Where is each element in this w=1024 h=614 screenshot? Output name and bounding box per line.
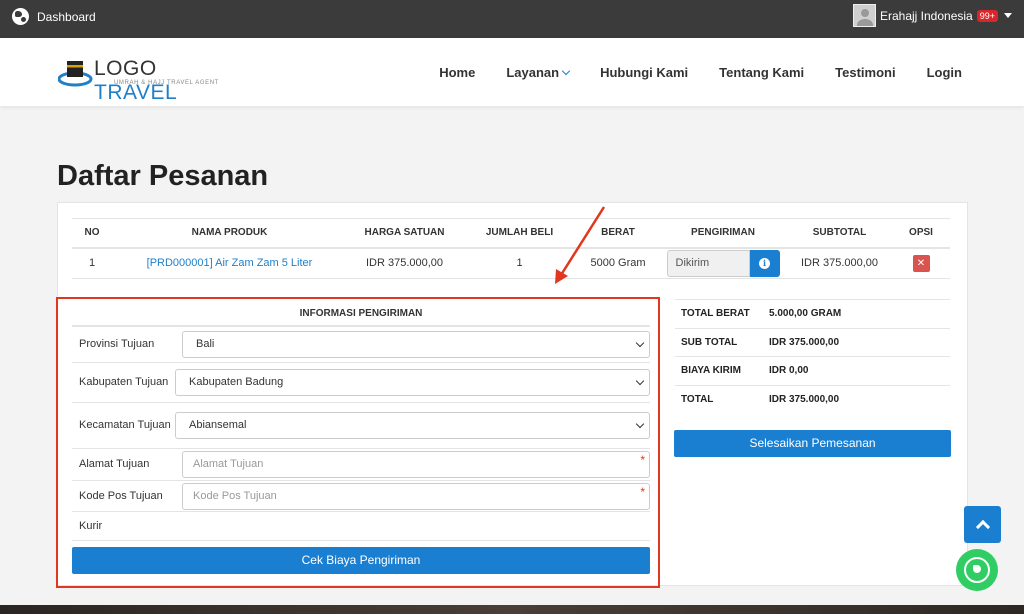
caret-down-icon: [1004, 13, 1012, 18]
finish-order-button[interactable]: Selesaikan Pemesanan: [674, 430, 951, 457]
province-label: Provinsi Tujuan: [79, 338, 155, 350]
chevron-down-icon: [635, 419, 645, 429]
chevron-down-icon: [635, 376, 645, 386]
required-marker: *: [640, 453, 645, 467]
check-shipping-cost-button[interactable]: Cek Biaya Pengiriman: [72, 547, 650, 574]
summary-label: TOTAL: [675, 384, 763, 414]
summary-label: TOTAL BERAT: [675, 299, 763, 328]
delete-button[interactable]: ✕: [912, 254, 930, 272]
summary-value: IDR 375.000,00: [763, 384, 950, 414]
shipping-info-button[interactable]: i: [749, 249, 780, 277]
district-select[interactable]: Abiansemal: [175, 412, 650, 439]
row-subtotal: IDR 375.000,00: [787, 247, 892, 279]
chevron-down-icon: [635, 338, 645, 348]
col-opsi: OPSI: [892, 218, 950, 249]
summary-row: TOTAL BERAT 5.000,00 GRAM: [675, 299, 950, 328]
nav-testimoni[interactable]: Testimoni: [835, 65, 895, 80]
col-subtotal: SUBTOTAL: [787, 218, 892, 249]
row-price: IDR 375.000,00: [347, 247, 462, 279]
col-pengiriman: PENGIRIMAN: [659, 218, 787, 249]
summary-value: 5.000,00 GRAM: [763, 299, 950, 328]
summary-row: TOTAL IDR 375.000,00: [675, 384, 950, 414]
dashboard-label: Dashboard: [37, 9, 96, 24]
shipping-status-field: Dikirim: [666, 249, 750, 277]
table-row: 1 [PRD000001] Air Zam Zam 5 Liter IDR 37…: [72, 247, 950, 279]
row-no: 1: [72, 247, 112, 279]
regency-select[interactable]: Kabupaten Badung: [175, 369, 650, 396]
required-marker: *: [640, 484, 645, 499]
shipping-info-panel: INFORMASI PENGIRIMAN Provinsi Tujuan Bal…: [72, 303, 650, 574]
nav-home[interactable]: Home: [439, 65, 475, 80]
site-logo[interactable]: LOGO TRAVEL UMRAH & HAJJ TRAVEL AGENT: [58, 55, 238, 104]
whatsapp-button[interactable]: [956, 549, 998, 591]
nav-tentang-kami[interactable]: Tentang Kami: [719, 65, 804, 80]
orders-table: NO NAMA PRODUK HARGA SATUAN JUMLAH BELI …: [72, 218, 950, 279]
site-header: LOGO TRAVEL UMRAH & HAJJ TRAVEL AGENT Ho…: [0, 38, 1024, 106]
postal-label: Kode Pos Tujuan: [79, 489, 163, 502]
nav-hubungi-kami[interactable]: Hubungi Kami: [600, 65, 688, 80]
user-name: Erahajj Indonesia: [879, 8, 973, 23]
summary-label: SUB TOTAL: [675, 327, 763, 357]
province-select[interactable]: Bali: [182, 331, 650, 358]
postal-row: Kode Pos Tujuan Kode Pos Tujuan *: [72, 481, 650, 512]
chevron-up-icon: [975, 519, 990, 535]
courier-row: Kurir: [72, 512, 650, 541]
dashboard-link[interactable]: Dashboard: [12, 8, 96, 25]
kaaba-logo-icon: [58, 61, 93, 87]
main-nav: Home Layanan Hubungi Kami Tentang Kami T…: [439, 65, 962, 80]
notification-badge: 99+: [976, 9, 998, 22]
address-input[interactable]: Alamat Tujuan *: [182, 451, 650, 478]
nav-login[interactable]: Login: [927, 65, 962, 80]
district-label: Kecamatan Tujuan: [79, 419, 171, 431]
avatar: [852, 4, 876, 27]
col-nama-produk: NAMA PRODUK: [112, 218, 347, 249]
summary-value: IDR 0,00: [763, 356, 950, 385]
product-link[interactable]: [PRD000001] Air Zam Zam 5 Liter: [112, 247, 347, 279]
row-options: ✕: [892, 247, 950, 279]
footer-strip: [0, 605, 1024, 614]
regency-row: Kabupaten Tujuan Kabupaten Badung: [72, 363, 650, 403]
summary-label: BIAYA KIRIM: [675, 356, 763, 385]
summary-row: SUB TOTAL IDR 375.000,00: [675, 327, 950, 357]
col-no: NO: [72, 218, 112, 249]
top-bar: Dashboard Erahajj Indonesia 99+: [0, 0, 1024, 38]
nav-layanan[interactable]: Layanan: [506, 65, 571, 80]
annotation-arrow-icon: [555, 206, 606, 284]
scroll-to-top-button[interactable]: [964, 506, 1001, 543]
order-summary: TOTAL BERAT 5.000,00 GRAM SUB TOTAL IDR 37…: [675, 299, 950, 414]
info-icon: i: [759, 257, 770, 269]
page-title: Daftar Pesanan: [57, 160, 269, 192]
shipping-info-title: INFORMASI PENGIRIMAN: [72, 303, 650, 327]
summary-value: IDR 375.000,00: [763, 327, 950, 357]
whatsapp-icon: [964, 557, 990, 583]
district-row: Kecamatan Tujuan Abiansemal: [72, 403, 650, 449]
logo-tagline: UMRAH & HAJJ TRAVEL AGENT: [114, 80, 219, 86]
table-header-row: NO NAMA PRODUK HARGA SATUAN JUMLAH BELI …: [72, 218, 950, 249]
courier-label: Kurir: [79, 519, 103, 532]
province-row: Provinsi Tujuan Bali: [72, 327, 650, 363]
address-label: Alamat Tujuan: [79, 458, 150, 470]
postal-code-input[interactable]: Kode Pos Tujuan *: [182, 482, 650, 510]
chevron-down-icon: [561, 66, 571, 76]
regency-label: Kabupaten Tujuan: [79, 376, 169, 388]
col-harga-satuan: HARGA SATUAN: [347, 218, 462, 249]
row-shipping: Dikirim i: [659, 247, 787, 279]
user-menu[interactable]: Erahajj Indonesia 99+: [852, 4, 1012, 27]
globe-icon: [12, 8, 29, 25]
summary-row: BIAYA KIRIM IDR 0,00: [675, 356, 950, 385]
address-row: Alamat Tujuan Alamat Tujuan *: [72, 449, 650, 481]
close-icon: ✕: [916, 257, 926, 269]
